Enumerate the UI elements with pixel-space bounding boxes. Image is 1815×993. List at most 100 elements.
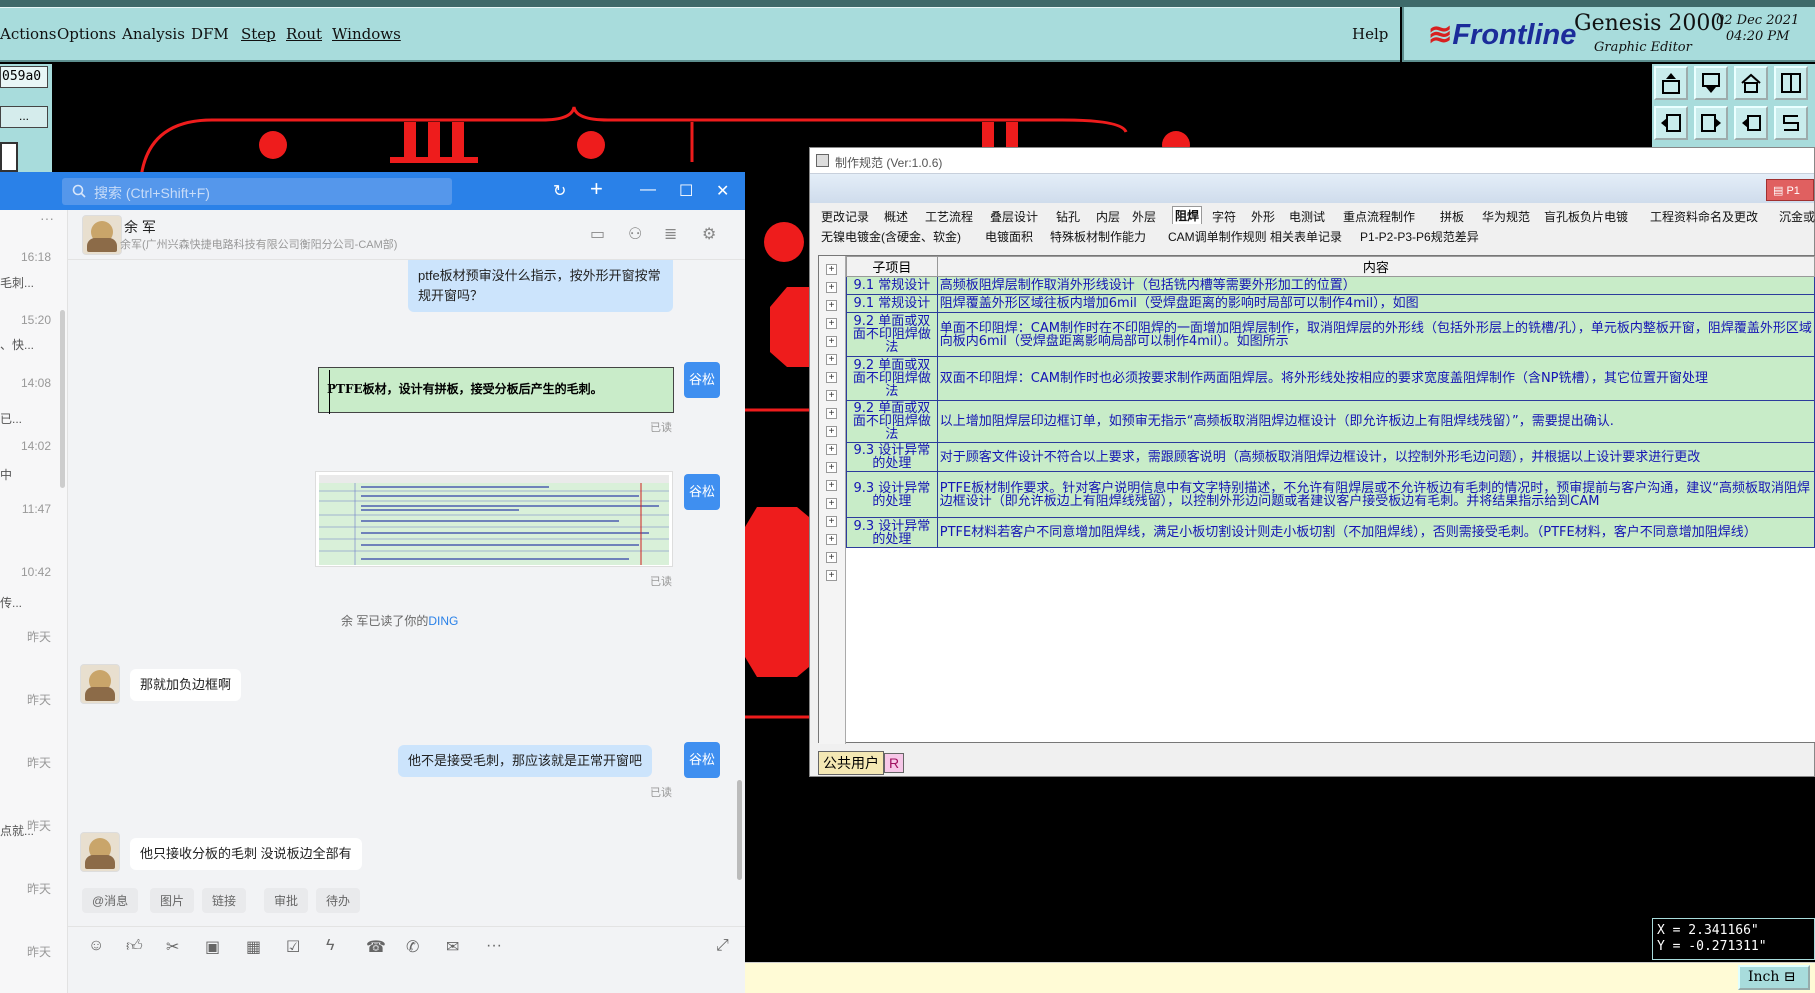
- close-icon[interactable]: ✕: [716, 181, 729, 201]
- menu-analysis[interactable]: Analysis: [122, 25, 185, 43]
- menu-actions[interactable]: Actions: [0, 25, 56, 43]
- quick-action-chip[interactable]: 审批: [264, 888, 309, 913]
- call-icon[interactable]: ✆: [406, 937, 419, 957]
- expand-icon[interactable]: +: [826, 516, 837, 527]
- conversation-time[interactable]: 10:42: [21, 565, 51, 579]
- row-item[interactable]: 9.3 设计异常的处理: [846, 442, 938, 472]
- folder-add-icon[interactable]: ▣: [205, 937, 220, 957]
- expand-icon[interactable]: +: [826, 318, 837, 329]
- search-input[interactable]: 搜索 (Ctrl+Shift+F): [62, 178, 452, 205]
- folder-icon[interactable]: ▭: [590, 224, 605, 244]
- zoom-up-icon[interactable]: [1654, 66, 1688, 100]
- minimize-icon[interactable]: —: [640, 181, 656, 199]
- row-item[interactable]: 9.3 设计异常的处理: [846, 471, 938, 518]
- spec-tab[interactable]: 概述: [884, 208, 908, 225]
- col-header-item[interactable]: 子项目: [846, 256, 938, 277]
- conversation-time[interactable]: 昨天: [27, 691, 51, 708]
- color-swatch[interactable]: [0, 142, 18, 172]
- mail-icon[interactable]: ✉: [446, 937, 459, 957]
- row-content[interactable]: 阻焊覆盖外形区域往板内增加6mil（受焊盘距离的影响时局部可以制作4mil），如…: [936, 294, 1815, 313]
- expand-icon[interactable]: ⤢: [716, 937, 729, 955]
- conversation-time[interactable]: 15:20: [21, 313, 51, 327]
- expand-icon[interactable]: +: [826, 408, 837, 419]
- my-avatar[interactable]: 谷松: [684, 474, 720, 510]
- pan-right-icon[interactable]: [1694, 106, 1728, 140]
- home-icon[interactable]: [1734, 66, 1768, 100]
- my-avatar[interactable]: 谷松: [684, 742, 720, 778]
- ding-link[interactable]: DING: [428, 614, 458, 628]
- maximize-icon[interactable]: ☐: [679, 181, 693, 201]
- image-message[interactable]: PTFE板材，设计有拼板，接受分板后产生的毛刺。: [318, 367, 674, 414]
- conversation-time[interactable]: 11:47: [22, 502, 51, 516]
- units-selector[interactable]: Inch ⊟: [1738, 965, 1810, 990]
- row-item[interactable]: 9.2 单面或双面不印阻焊做法: [846, 400, 938, 443]
- chat-scrollbar[interactable]: [737, 780, 742, 880]
- row-content[interactable]: 双面不印阻焊：CAM制作时也必须按要求制作两面阻焊层。将外形线处按相应的要求宽度…: [936, 356, 1815, 401]
- quick-action-chip[interactable]: 图片: [150, 888, 195, 913]
- gear-icon[interactable]: ⚙: [702, 224, 716, 244]
- spec-tab[interactable]: 华为规范: [1482, 208, 1530, 225]
- spec-tab[interactable]: 外层: [1132, 208, 1156, 225]
- menu-windows[interactable]: Windows: [332, 25, 401, 43]
- conversation-time[interactable]: 14:02: [21, 439, 51, 453]
- table-row[interactable]: 9.2 单面或双面不印阻焊做法 以上增加阻焊层印边框订单，如预审无指示“高频板取消…: [846, 400, 1815, 443]
- more-icon[interactable]: ···: [486, 937, 502, 955]
- conversation-time[interactable]: 昨天: [27, 943, 51, 960]
- expand-icon[interactable]: +: [826, 354, 837, 365]
- row-content[interactable]: PTFE板材制作要求。针对客户说明信息中有文字特别描述，不允许有阻焊层或不允许板…: [936, 471, 1815, 518]
- menu-dfm[interactable]: DFM: [191, 25, 229, 43]
- col-header-content[interactable]: 内容: [936, 256, 1815, 277]
- window-grid-icon[interactable]: [1774, 66, 1808, 100]
- menu-rout[interactable]: Rout: [286, 25, 322, 43]
- expand-icon[interactable]: +: [826, 480, 837, 491]
- table-row[interactable]: 9.3 设计异常的处理 PTFE板材制作要求。针对客户说明信息中有文字特别描述，不…: [846, 471, 1815, 518]
- browse-button[interactable]: ...: [0, 106, 48, 128]
- table-row[interactable]: 9.3 设计异常的处理 对于顾客文件设计不符合以上要求，需跟顾客说明（高频板取消阻…: [846, 442, 1815, 472]
- row-item[interactable]: 9.1 常规设计: [846, 276, 938, 295]
- table-row[interactable]: 9.2 单面或双面不印阻焊做法 单面不印阻焊：CAM制作时在不印阻焊的一面增加阻焊…: [846, 312, 1815, 357]
- history-icon[interactable]: ↻: [553, 181, 566, 201]
- conversation-snippet[interactable]: 中: [0, 466, 12, 483]
- spec-tab[interactable]: 外形: [1251, 208, 1275, 225]
- message-bubble-incoming[interactable]: 那就加负边框啊: [130, 669, 242, 701]
- spec-tab[interactable]: 字符: [1212, 208, 1236, 225]
- spec-tab[interactable]: P1-P2-P3-P6规范差异: [1360, 228, 1479, 245]
- table-row[interactable]: 9.1 常规设计 高频板阻焊层制作取消外形线设计（包括铣内槽等需要外形加工的位置）: [846, 276, 1815, 295]
- expand-icon[interactable]: +: [826, 336, 837, 347]
- list-scrollbar[interactable]: [60, 310, 65, 488]
- row-content[interactable]: 对于顾客文件设计不符合以上要求，需跟顾客说明（高频板取消阻焊边框设计，以控制外形…: [936, 442, 1815, 472]
- row-content[interactable]: PTFE材料若客户不同意增加阻焊线，满足小板切割设计则走小板切割（不加阻焊线），…: [936, 517, 1815, 548]
- expand-icon[interactable]: +: [826, 426, 837, 437]
- expand-icon[interactable]: +: [826, 498, 837, 509]
- quick-action-chip[interactable]: 链接: [202, 888, 247, 913]
- expand-icon[interactable]: +: [826, 372, 837, 383]
- more-icon[interactable]: ···: [40, 210, 54, 226]
- p1-tab[interactable]: ▤ P1: [1766, 179, 1814, 201]
- spec-tab[interactable]: 沉金或化: [1779, 208, 1815, 225]
- row-content[interactable]: 高频板阻焊层制作取消外形线设计（包括铣内槽等需要外形加工的位置）: [936, 276, 1815, 295]
- expand-icon[interactable]: +: [826, 552, 837, 563]
- quick-action-chip[interactable]: @消息: [82, 888, 139, 913]
- spec-tab[interactable]: 内层: [1096, 208, 1120, 225]
- spec-tab[interactable]: 更改记录: [821, 208, 869, 225]
- row-item[interactable]: 9.1 常规设计: [846, 294, 938, 313]
- search-history-icon[interactable]: ≣: [664, 224, 677, 244]
- row-item[interactable]: 9.2 单面或双面不印阻焊做法: [846, 356, 938, 401]
- menu-help[interactable]: Help: [1352, 25, 1388, 43]
- menu-step[interactable]: Step: [241, 25, 276, 43]
- row-content[interactable]: 单面不印阻焊：CAM制作时在不印阻焊的一面增加阻焊层制作，取消阻焊层的外形线（包…: [936, 312, 1815, 357]
- add-member-icon[interactable]: ⚇: [628, 224, 642, 244]
- my-avatar[interactable]: 谷松: [684, 362, 720, 398]
- spec-tab[interactable]: 工程资料命名及更改: [1650, 208, 1758, 225]
- expand-icon[interactable]: +: [826, 534, 837, 545]
- zoom-fit-icon[interactable]: [1734, 106, 1768, 140]
- expand-icon[interactable]: +: [826, 570, 837, 581]
- expand-icon[interactable]: +: [826, 462, 837, 473]
- spec-tab[interactable]: 叠层设计: [990, 208, 1038, 225]
- spec-tab[interactable]: 特殊板材制作能力: [1050, 228, 1146, 245]
- spec-tab[interactable]: 阻焊: [1172, 206, 1203, 224]
- expand-icon[interactable]: +: [826, 444, 837, 455]
- spec-tab[interactable]: 重点流程制作: [1343, 208, 1415, 225]
- spec-tab[interactable]: 盲孔板负片电镀: [1544, 208, 1628, 225]
- table-row[interactable]: 9.3 设计异常的处理 PTFE材料若客户不同意增加阻焊线，满足小板切割设计则走小…: [846, 517, 1815, 548]
